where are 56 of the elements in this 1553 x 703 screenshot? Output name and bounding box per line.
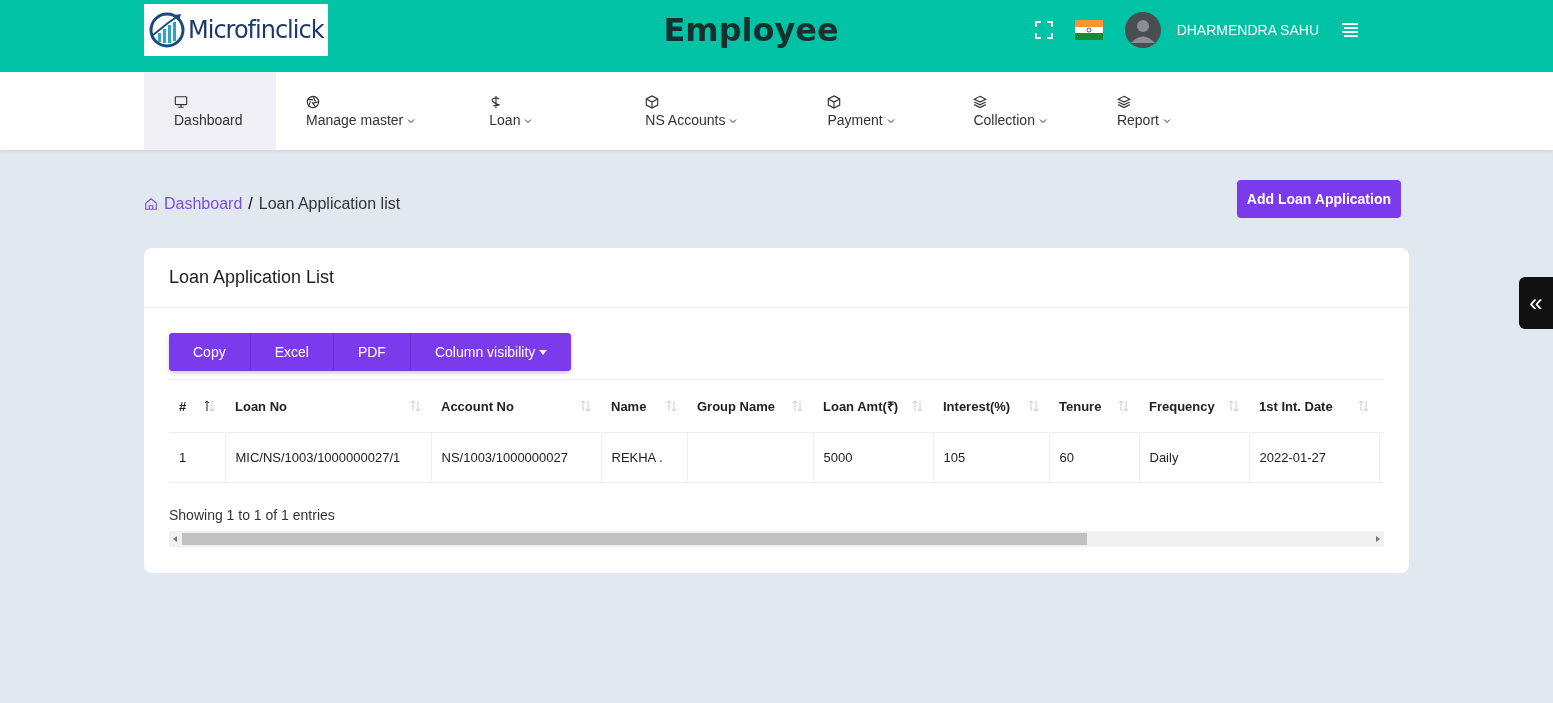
column-header[interactable]: Loan Amt(₹) bbox=[813, 379, 933, 433]
scroll-right-icon[interactable] bbox=[1375, 536, 1380, 542]
breadcrumb-current: Loan Application list bbox=[258, 195, 401, 213]
card-title: Loan Application List bbox=[144, 248, 1409, 308]
nav-item[interactable]: Loan bbox=[459, 72, 616, 150]
column-header[interactable]: Group Name bbox=[687, 379, 813, 433]
table-cell: 1 bbox=[169, 432, 225, 483]
cube-icon bbox=[827, 94, 842, 109]
horizontal-scrollbar[interactable] bbox=[169, 531, 1384, 547]
logo-text: Microfinclick bbox=[188, 16, 324, 44]
fullscreen-icon[interactable] bbox=[1034, 21, 1053, 39]
column-header[interactable]: Frequency bbox=[1139, 379, 1249, 433]
nav-item[interactable]: Manage master bbox=[276, 72, 460, 150]
table-cell: Daily bbox=[1139, 432, 1249, 483]
breadcrumb-separator: / bbox=[248, 195, 253, 213]
home-icon[interactable] bbox=[144, 197, 158, 211]
aperture-icon bbox=[306, 94, 320, 109]
column-header[interactable]: Account No bbox=[431, 379, 601, 433]
flag-icon[interactable] bbox=[1074, 20, 1103, 40]
column-header[interactable]: # bbox=[169, 379, 225, 433]
nav-item[interactable]: Dashboard bbox=[144, 72, 276, 150]
avatar-icon[interactable] bbox=[1124, 12, 1161, 48]
scroll-left-icon[interactable] bbox=[173, 536, 178, 542]
table-cell: 2022-01-27 bbox=[1249, 432, 1379, 483]
nav-item[interactable]: NS Accounts bbox=[615, 72, 798, 150]
menu-icon[interactable] bbox=[1341, 23, 1359, 37]
nav-item[interactable]: Report bbox=[1086, 72, 1219, 150]
export-button[interactable]: PDF bbox=[333, 333, 411, 371]
column-header[interactable]: Loan No bbox=[225, 379, 431, 433]
table-cell: REKHA . bbox=[601, 432, 687, 483]
column-header[interactable]: 1st Int. Date bbox=[1249, 379, 1379, 433]
table-cell: NS/1003/1000000027 bbox=[431, 432, 601, 483]
layers-icon bbox=[973, 94, 988, 109]
column-header[interactable]: Name bbox=[601, 379, 687, 433]
collapse-panel-button[interactable]: « bbox=[1519, 277, 1553, 329]
table-cell: 5000 bbox=[813, 432, 933, 483]
entries-info: Showing 1 to 1 of 1 entries bbox=[169, 507, 336, 523]
nav-item[interactable]: Collection bbox=[943, 72, 1087, 150]
logo[interactable]: Microfinclick bbox=[144, 4, 328, 56]
sort-arrows-icon[interactable] bbox=[204, 400, 215, 412]
monitor-icon bbox=[174, 94, 188, 109]
cube-icon bbox=[645, 94, 660, 109]
layers-icon bbox=[1116, 94, 1131, 109]
table-cell: 105 bbox=[933, 432, 1049, 483]
add-loan-application-button[interactable]: Add Loan Application bbox=[1236, 180, 1401, 218]
table-cell: 60 bbox=[1049, 432, 1139, 483]
column-header[interactable]: Tenure bbox=[1049, 379, 1139, 433]
nav-item[interactable]: Payment bbox=[797, 72, 944, 150]
breadcrumb-link[interactable]: Dashboard bbox=[164, 195, 243, 213]
export-button[interactable]: Column visibility bbox=[410, 333, 572, 371]
export-button[interactable]: Excel bbox=[250, 333, 334, 371]
column-header[interactable]: Interest(%) bbox=[933, 379, 1049, 433]
chart-circle-icon bbox=[148, 11, 186, 49]
page-title: Employee bbox=[662, 11, 840, 49]
export-button[interactable]: Copy bbox=[169, 333, 251, 371]
table-cell: MIC/NS/1003/1000000027/1 bbox=[225, 432, 431, 483]
